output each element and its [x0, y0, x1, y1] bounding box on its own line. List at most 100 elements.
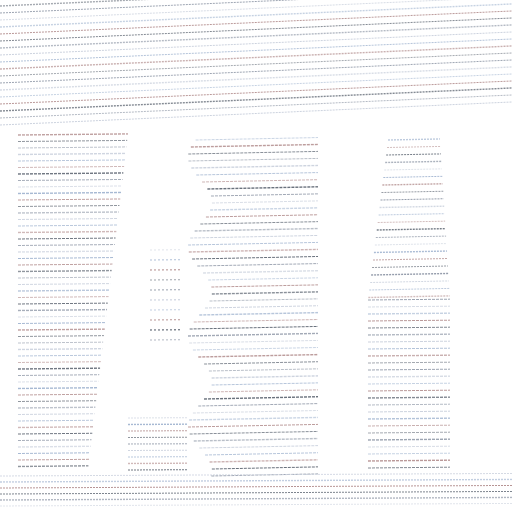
- scanline: [370, 280, 449, 283]
- scanline: [17, 367, 101, 370]
- scanline: [0, 502, 512, 507]
- scanline: [17, 172, 124, 175]
- scanline: [381, 190, 444, 193]
- scanline: [376, 227, 446, 231]
- scanline: [0, 87, 512, 112]
- scanline: [198, 353, 319, 358]
- scanline: [367, 305, 451, 308]
- scanline: [367, 389, 451, 392]
- scanline: [367, 298, 451, 301]
- scanline: [190, 143, 319, 148]
- scanline: [17, 458, 90, 461]
- scanline: [367, 431, 451, 434]
- scanline: [192, 409, 319, 414]
- scanline: [198, 403, 319, 407]
- scanline: [207, 186, 319, 190]
- scanline: [200, 221, 319, 225]
- scanline: [17, 204, 120, 207]
- scanline: [205, 452, 319, 456]
- scanline: [0, 45, 512, 70]
- scanline: [205, 214, 319, 218]
- scanline: [0, 66, 512, 91]
- scanline: [377, 220, 446, 223]
- scanline: [17, 283, 111, 285]
- scanline: [385, 160, 442, 164]
- scanline: [197, 263, 319, 267]
- scanline: [211, 466, 319, 470]
- scanline: [0, 3, 512, 28]
- scanline: [367, 368, 451, 371]
- scanline: [367, 438, 451, 441]
- dotted-scanline-pattern: [0, 0, 512, 507]
- scanline: [382, 183, 443, 186]
- scanline: [387, 145, 441, 148]
- scanline: [196, 172, 319, 176]
- scanline: [17, 465, 89, 468]
- scanline: [386, 153, 441, 156]
- scanline: [367, 375, 451, 378]
- scanline: [367, 340, 451, 343]
- scanline: [375, 235, 447, 238]
- scanline: [17, 347, 103, 351]
- scanline: [209, 298, 319, 302]
- scanline: [367, 403, 451, 406]
- scanline: [208, 277, 319, 281]
- scanline: [374, 243, 447, 246]
- scanline: [211, 291, 319, 295]
- scanline: [17, 165, 125, 168]
- scanline: [0, 101, 512, 126]
- scanline: [0, 31, 512, 56]
- scanline: [367, 312, 451, 315]
- scanline: [0, 472, 512, 477]
- scanline: [17, 302, 108, 305]
- scanline: [199, 445, 319, 449]
- scanline: [0, 24, 512, 49]
- scanline: [17, 178, 123, 181]
- scanline: [17, 406, 96, 409]
- scanline: [17, 244, 115, 246]
- scanline: [17, 335, 104, 337]
- scanline: [17, 257, 114, 259]
- scanline: [192, 346, 319, 351]
- scanline: [211, 375, 319, 379]
- scanline: [188, 248, 319, 253]
- scanline: [17, 139, 128, 142]
- scanline: [367, 396, 451, 399]
- scanline: [189, 416, 319, 421]
- scanline: [17, 315, 107, 318]
- scanline: [378, 213, 445, 216]
- scanline: [367, 452, 451, 455]
- scanline: [0, 17, 512, 42]
- scanline: [210, 207, 319, 211]
- scanline: [17, 159, 125, 162]
- scanline: [383, 175, 443, 178]
- scanline: [367, 424, 451, 427]
- scanline: [203, 270, 319, 274]
- scanline: [193, 319, 319, 323]
- scanline: [17, 419, 94, 422]
- scanline: [17, 218, 118, 220]
- scanline: [191, 164, 319, 169]
- scanline: [0, 52, 512, 77]
- scanline: [17, 413, 95, 415]
- scanline: [202, 179, 319, 183]
- scanline: [0, 73, 512, 98]
- scanline: [17, 432, 93, 435]
- scanline: [17, 439, 92, 441]
- scanline: [17, 322, 106, 324]
- scanline: [367, 326, 451, 329]
- scanline: [195, 137, 319, 141]
- scanline: [211, 200, 319, 204]
- scanline: [17, 276, 111, 279]
- scanline: [17, 152, 126, 156]
- scanline: [17, 250, 115, 253]
- scanline: [17, 133, 129, 136]
- scanline: [0, 10, 512, 35]
- scanline: [17, 289, 110, 292]
- scanline: [188, 423, 319, 428]
- scanline: [204, 361, 319, 365]
- scanline: [211, 284, 319, 288]
- scanline: [209, 459, 319, 463]
- scanline: [17, 230, 117, 234]
- scanline: [367, 466, 451, 469]
